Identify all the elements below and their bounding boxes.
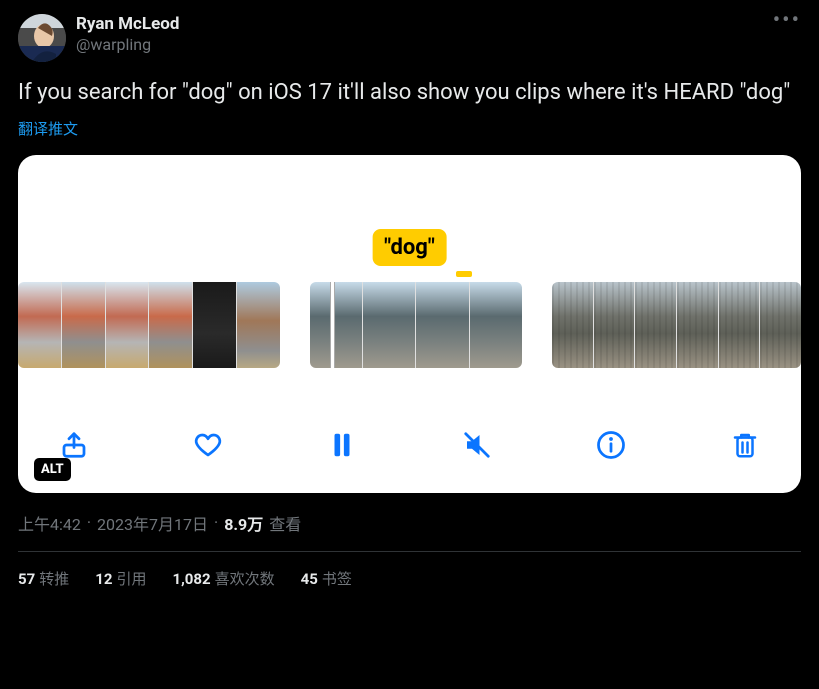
video-timeline: [18, 282, 801, 368]
divider: [18, 551, 801, 552]
thumbnail: [193, 282, 236, 368]
alt-badge[interactable]: ALT: [34, 458, 71, 481]
tweet-header: Ryan McLeod @warpling •••: [18, 14, 801, 62]
author-block: Ryan McLeod @warpling: [76, 14, 179, 55]
thumbnail: [310, 282, 362, 368]
clip-3: [552, 282, 801, 368]
clip-2: [310, 282, 522, 368]
avatar-image: [18, 14, 66, 62]
heart-icon[interactable]: [188, 425, 228, 465]
tweet-meta: 上午4:42 · 2023年7月17日 · 8.9万 查看: [18, 511, 801, 535]
author-name[interactable]: Ryan McLeod: [76, 14, 179, 35]
translate-link[interactable]: 翻译推文: [18, 118, 801, 139]
thumbnail: [552, 282, 593, 368]
views-label: 查看: [269, 511, 301, 535]
tweet-text: If you search for "dog" on iOS 17 it'll …: [18, 78, 801, 108]
thumbnail: [677, 282, 718, 368]
author-handle[interactable]: @warpling: [76, 35, 179, 55]
media-attachment[interactable]: "dog": [18, 155, 801, 493]
tooltip-marker: [456, 271, 472, 277]
thumbnail: [719, 282, 760, 368]
thumbnail: [18, 282, 61, 368]
meta-separator: ·: [87, 513, 91, 532]
tweet-time[interactable]: 上午4:42: [18, 511, 81, 535]
thumbnail: [62, 282, 105, 368]
thumbnail: [416, 282, 468, 368]
views-count: 8.9万: [224, 511, 263, 535]
tweet-stats: 57转推 12引用 1,082喜欢次数 45书签: [18, 568, 801, 589]
thumbnail: [106, 282, 149, 368]
info-icon[interactable]: [591, 425, 631, 465]
meta-separator: ·: [214, 513, 218, 532]
pause-icon[interactable]: [322, 425, 362, 465]
thumbnail: [470, 282, 522, 368]
thumbnail: [149, 282, 192, 368]
trash-icon[interactable]: [725, 425, 765, 465]
search-tooltip: "dog": [372, 229, 447, 266]
thumbnail: [635, 282, 676, 368]
tweet-container: Ryan McLeod @warpling ••• If you search …: [0, 0, 819, 599]
thumbnail: [760, 282, 801, 368]
stat-retweets[interactable]: 57转推: [18, 568, 69, 589]
more-icon[interactable]: •••: [773, 10, 801, 32]
thumbnail: [363, 282, 415, 368]
stat-bookmarks[interactable]: 45书签: [301, 568, 352, 589]
media-screenshot: "dog": [18, 155, 801, 493]
thumbnail: [594, 282, 635, 368]
mute-icon[interactable]: [457, 425, 497, 465]
avatar[interactable]: [18, 14, 66, 62]
clip-1: [18, 282, 280, 368]
thumbnail: [237, 282, 280, 368]
tweet-date[interactable]: 2023年7月17日: [97, 511, 208, 535]
playhead: [330, 282, 335, 368]
stat-likes[interactable]: 1,082喜欢次数: [172, 568, 274, 589]
stat-quotes[interactable]: 12引用: [95, 568, 146, 589]
video-toolbar: [18, 425, 801, 465]
